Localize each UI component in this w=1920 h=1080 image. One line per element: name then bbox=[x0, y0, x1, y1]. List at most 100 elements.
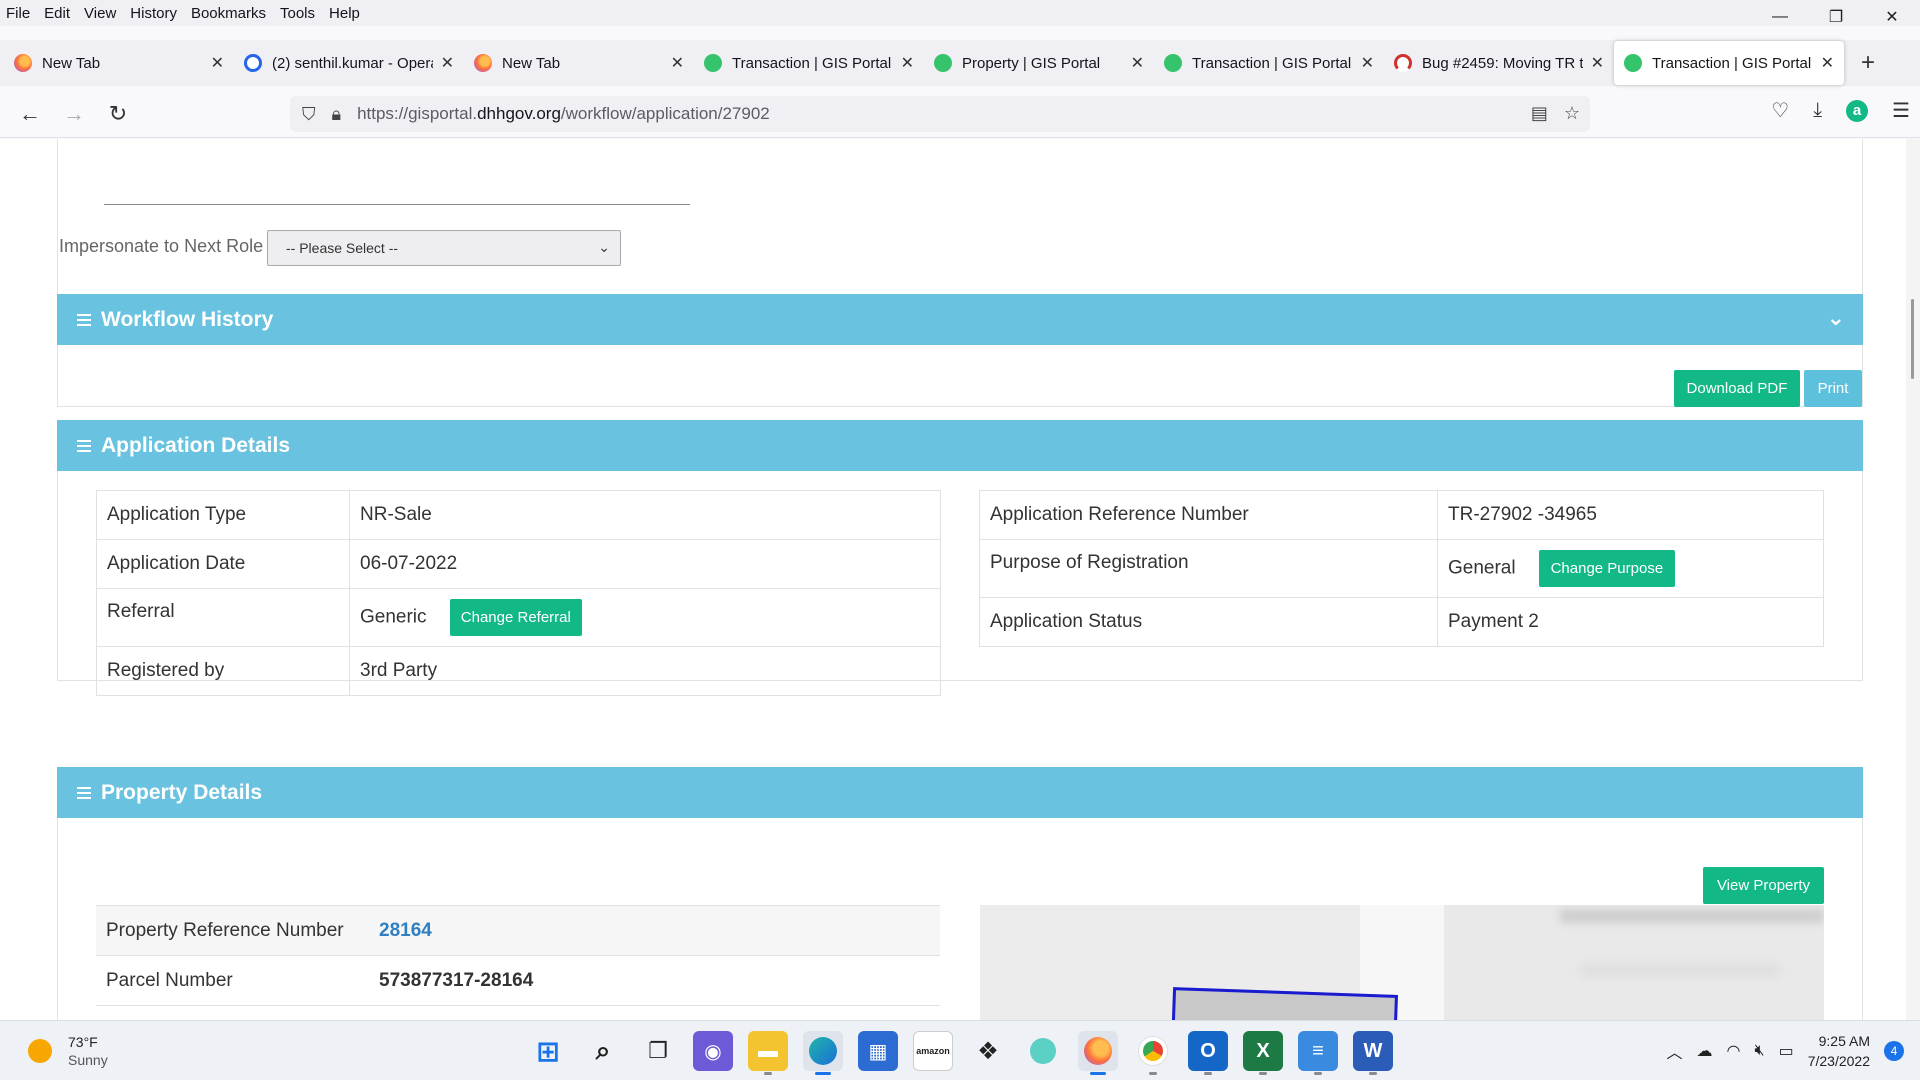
chevron-down-icon[interactable]: ⌄ bbox=[1827, 305, 1845, 331]
onedrive-cloud-icon[interactable]: ☁ bbox=[1697, 1041, 1713, 1061]
edge-browser-icon[interactable] bbox=[803, 1031, 843, 1075]
lock-icon[interactable]: 🔒︎ bbox=[332, 104, 342, 125]
downloads-icon[interactable]: ⤓ bbox=[1813, 99, 1822, 122]
application-type-key: Application Type bbox=[96, 490, 350, 540]
application-date-key: Application Date bbox=[96, 539, 350, 589]
menu-edit[interactable]: Edit bbox=[44, 5, 70, 22]
close-tab-icon[interactable]: ✕ bbox=[1591, 53, 1604, 73]
bookmark-star-icon[interactable]: ☆ bbox=[1564, 103, 1580, 124]
menu-file[interactable]: File bbox=[6, 5, 30, 22]
table-row: Referral Generic Change Referral bbox=[96, 588, 941, 647]
change-referral-button[interactable]: Change Referral bbox=[449, 599, 582, 636]
view-property-button[interactable]: View Property bbox=[1703, 867, 1824, 904]
menu-help[interactable]: Help bbox=[329, 5, 360, 22]
property-reference-link[interactable]: 28164 bbox=[379, 920, 432, 942]
download-pdf-button[interactable]: Download PDF bbox=[1674, 370, 1800, 407]
reference-number-key: Application Reference Number bbox=[979, 490, 1438, 540]
restore-icon[interactable]: ❐ bbox=[1808, 0, 1864, 34]
close-tab-icon[interactable]: ✕ bbox=[671, 53, 684, 73]
map-blurred-area bbox=[1580, 965, 1780, 975]
close-tab-icon[interactable]: ✕ bbox=[1131, 53, 1144, 73]
table-row bbox=[96, 1005, 940, 1020]
messaging-icon[interactable] bbox=[1023, 1031, 1063, 1071]
pocket-icon[interactable]: ♡ bbox=[1771, 98, 1789, 123]
hamburger-menu-icon[interactable]: ☰ bbox=[1892, 98, 1910, 123]
tab-opera[interactable]: (2) senthil.kumar - Opera ✕ bbox=[234, 41, 464, 85]
impersonate-role-select[interactable]: -- Please Select -- ⌄ bbox=[267, 230, 621, 266]
navigation-bar: ← → ↻ ⛉ 🔒︎ https://gisportal.dhhgov.org/… bbox=[0, 90, 1920, 138]
weather-temperature: 73°F bbox=[68, 1034, 98, 1050]
task-view-icon[interactable]: ❐ bbox=[638, 1031, 678, 1071]
tab-property[interactable]: Property | GIS Portal ✕ bbox=[924, 41, 1154, 85]
tab-bug[interactable]: Bug #2459: Moving TR to ✕ bbox=[1384, 41, 1614, 85]
windows-start-icon[interactable]: ⊞ bbox=[528, 1031, 568, 1071]
new-tab-plus-icon[interactable]: + bbox=[1848, 43, 1888, 83]
reader-view-icon[interactable]: ▤ bbox=[1531, 103, 1548, 124]
weather-widget[interactable]: 73°F Sunny bbox=[28, 1033, 108, 1069]
excel-icon[interactable]: X bbox=[1243, 1031, 1283, 1075]
table-row: Parcel Number 573877317-28164 bbox=[96, 955, 940, 1005]
back-arrow-icon[interactable]: ← bbox=[8, 94, 52, 134]
minimize-icon[interactable]: — bbox=[1752, 0, 1808, 34]
tab-label: Transaction | GIS Portal bbox=[732, 54, 892, 72]
teams-chat-icon[interactable]: ◉ bbox=[693, 1031, 733, 1071]
tab-new-tab-2[interactable]: New Tab ✕ bbox=[464, 41, 694, 85]
application-details-right-table: Application Reference Number TR-27902 -3… bbox=[979, 490, 1824, 647]
word-icon[interactable]: W bbox=[1353, 1031, 1393, 1075]
reload-icon[interactable]: ↻ bbox=[96, 94, 140, 134]
menu-view[interactable]: View bbox=[84, 5, 116, 22]
address-bar[interactable]: ⛉ 🔒︎ https://gisportal.dhhgov.org/workfl… bbox=[290, 96, 1590, 132]
close-tab-icon[interactable]: ✕ bbox=[211, 53, 224, 73]
forward-arrow-icon[interactable]: → bbox=[52, 94, 96, 134]
tab-transaction-2[interactable]: Transaction | GIS Portal ✕ bbox=[1154, 41, 1384, 85]
tab-transaction-active[interactable]: Transaction | GIS Portal ✕ bbox=[1614, 41, 1844, 85]
signature-line bbox=[104, 204, 690, 205]
parcel-outline bbox=[1171, 987, 1398, 1020]
battery-icon[interactable]: ▭ bbox=[1779, 1041, 1794, 1061]
list-icon bbox=[77, 313, 91, 326]
menu-bookmarks[interactable]: Bookmarks bbox=[191, 5, 266, 22]
amazon-icon[interactable]: amazon bbox=[913, 1031, 953, 1071]
close-tab-icon[interactable]: ✕ bbox=[1821, 53, 1834, 73]
application-type-value: NR-Sale bbox=[349, 490, 941, 540]
show-hidden-icons-chevron-icon[interactable]: ︿ bbox=[1667, 1039, 1683, 1063]
close-window-icon[interactable]: ✕ bbox=[1864, 0, 1920, 34]
tab-new-tab-1[interactable]: New Tab ✕ bbox=[4, 41, 234, 85]
print-button[interactable]: Print bbox=[1804, 370, 1862, 407]
menu-tools[interactable]: Tools bbox=[280, 5, 315, 22]
system-tray: ︿ ☁ ◠ 🔇︎ ▭ 9:25 AM 7/23/2022 4 bbox=[1667, 1031, 1904, 1071]
file-explorer-icon[interactable]: ▬ bbox=[748, 1031, 788, 1075]
registered-by-key: Registered by bbox=[96, 646, 350, 696]
outlook-icon[interactable]: O bbox=[1188, 1031, 1228, 1075]
page-scrollbar[interactable] bbox=[1906, 139, 1920, 1020]
application-details-header[interactable]: Application Details bbox=[57, 420, 1863, 471]
parcel-number-value: 573877317-28164 bbox=[379, 969, 534, 991]
speaker-muted-icon[interactable]: 🔇︎ bbox=[1754, 1042, 1764, 1060]
workflow-history-header[interactable]: Workflow History ⌄ bbox=[57, 294, 1863, 345]
wifi-icon[interactable]: ◠ bbox=[1727, 1041, 1741, 1061]
clock-time: 9:25 AM bbox=[1818, 1033, 1870, 1049]
shield-icon[interactable]: ⛉ bbox=[302, 104, 316, 125]
property-map-thumbnail[interactable] bbox=[980, 905, 1824, 1020]
close-tab-icon[interactable]: ✕ bbox=[441, 53, 454, 73]
chrome-icon[interactable] bbox=[1133, 1031, 1173, 1075]
property-details-header[interactable]: Property Details bbox=[57, 767, 1863, 818]
tab-transaction-1[interactable]: Transaction | GIS Portal ✕ bbox=[694, 41, 924, 85]
search-icon[interactable]: ⌕ bbox=[583, 1031, 623, 1071]
notification-badge[interactable]: 4 bbox=[1884, 1041, 1904, 1061]
change-purpose-button[interactable]: Change Purpose bbox=[1538, 550, 1675, 587]
scrollbar-thumb[interactable] bbox=[1911, 299, 1914, 379]
tab-label: (2) senthil.kumar - Opera bbox=[272, 54, 433, 72]
close-tab-icon[interactable]: ✕ bbox=[1361, 53, 1374, 73]
microsoft-store-icon[interactable]: ▦ bbox=[858, 1031, 898, 1071]
menu-history[interactable]: History bbox=[130, 5, 177, 22]
gis-portal-icon bbox=[1624, 54, 1642, 72]
dropbox-icon[interactable]: ❖ bbox=[968, 1031, 1008, 1071]
notepad-icon[interactable]: ≡ bbox=[1298, 1031, 1338, 1075]
clock[interactable]: 9:25 AM 7/23/2022 bbox=[1808, 1031, 1870, 1071]
url-text[interactable]: https://gisportal.dhhgov.org/workflow/ap… bbox=[357, 104, 770, 124]
close-tab-icon[interactable]: ✕ bbox=[901, 53, 914, 73]
firefox-icon[interactable] bbox=[1078, 1031, 1118, 1075]
gis-portal-icon bbox=[704, 54, 722, 72]
account-avatar-icon[interactable]: a bbox=[1846, 99, 1869, 122]
